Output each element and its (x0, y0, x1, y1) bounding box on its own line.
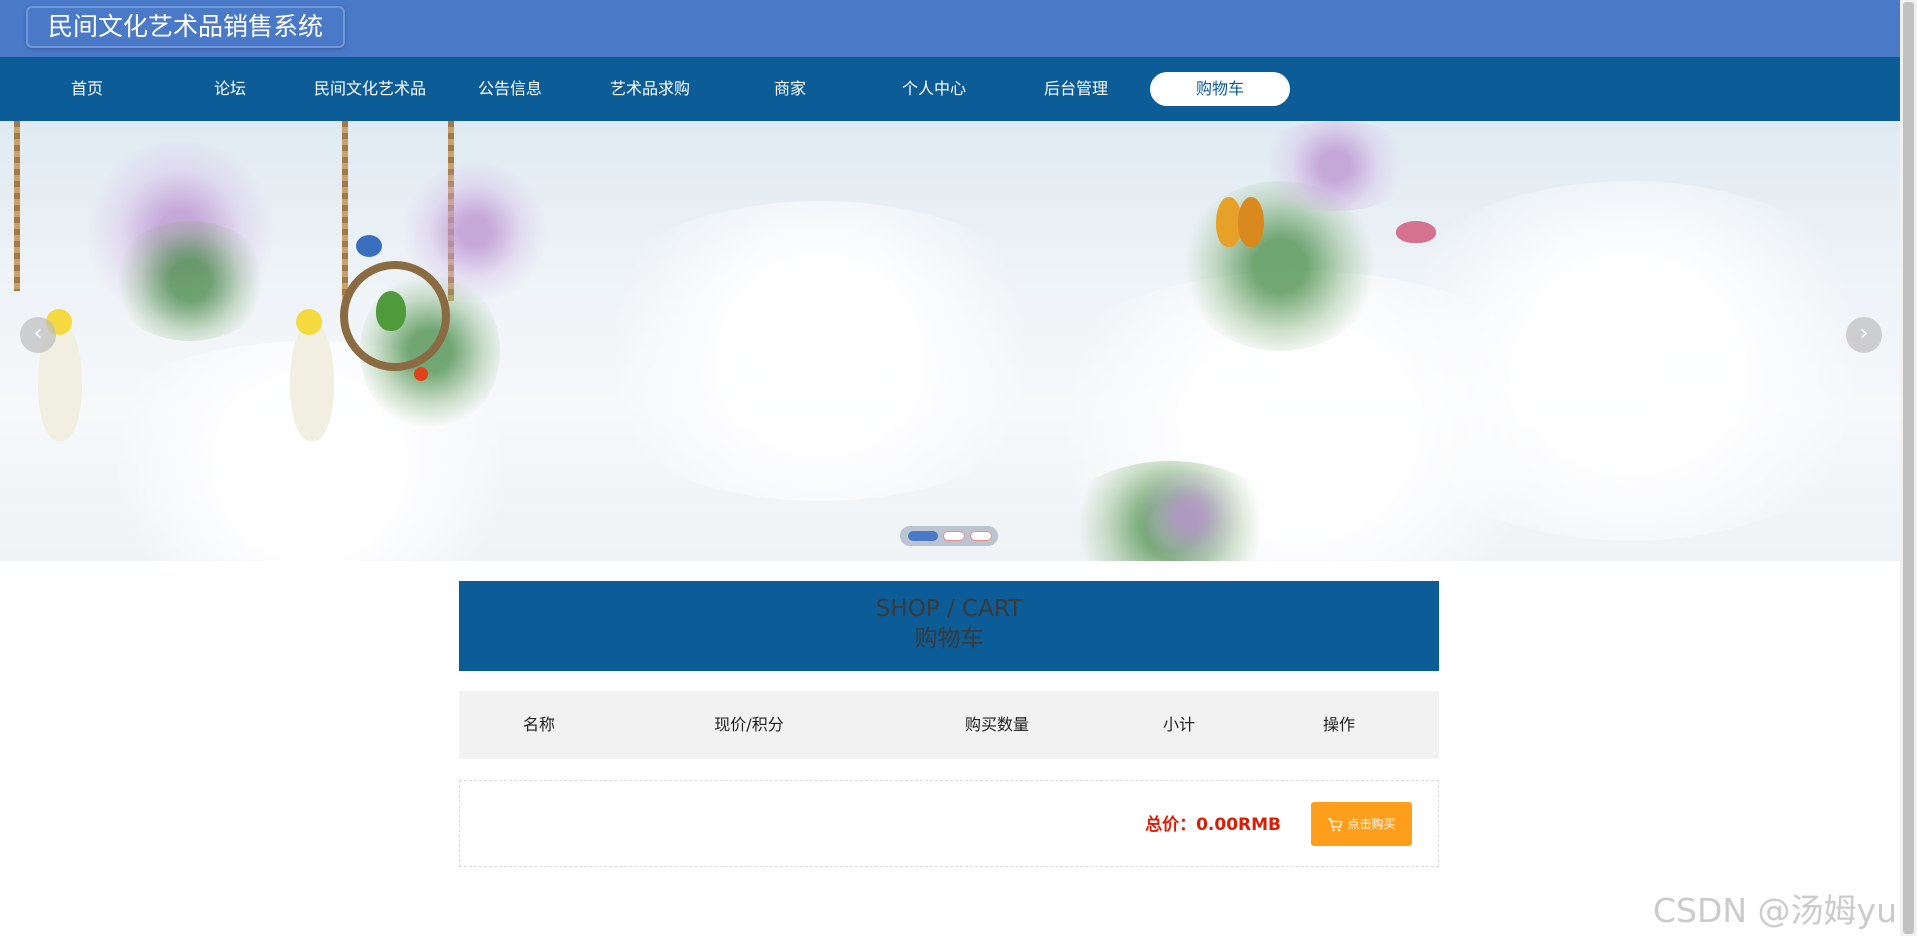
watermark: CSDN @汤姆yu (1652, 891, 1897, 930)
nav-item-notices[interactable]: 公告信息 (440, 72, 580, 106)
column-header-price: 现价/积分 (714, 715, 784, 734)
banner-carousel: ‹ › (0, 121, 1900, 561)
chevron-right-icon: › (1859, 321, 1869, 346)
vertical-scrollbar[interactable] (1900, 0, 1917, 936)
chevron-left-icon: ‹ (33, 321, 43, 346)
cart-total-panel: 总价：0.00RMB 点击购买 (459, 780, 1439, 867)
cart-title-cn: 购物车 (914, 626, 984, 652)
cart-icon (1328, 817, 1343, 831)
column-header-subtotal: 小计 (1162, 715, 1195, 734)
buy-button-label: 点击购买 (1347, 817, 1396, 831)
nav-item-admin[interactable]: 后台管理 (1006, 72, 1146, 106)
nav-item-art-wanted[interactable]: 艺术品求购 (580, 72, 720, 106)
total-price: 总价：0.00RMB (1145, 815, 1281, 835)
carousel-dot-1[interactable] (908, 531, 938, 541)
carousel-dot-3[interactable] (970, 531, 992, 541)
cart-title-en: SHOP / CART (875, 596, 1023, 622)
banner-image (0, 121, 1900, 561)
main-nav: 首页 论坛 民间文化艺术品 公告信息 艺术品求购 商家 个人中心 后台管理 购物… (0, 57, 1900, 121)
column-header-actions: 操作 (1322, 715, 1355, 734)
cart-heading: SHOP / CART 购物车 (459, 581, 1439, 671)
top-bar: 民间文化艺术品销售系统 (0, 0, 1900, 57)
nav-item-forum[interactable]: 论坛 (160, 72, 300, 106)
site-title[interactable]: 民间文化艺术品销售系统 (26, 6, 346, 48)
buy-button[interactable]: 点击购买 (1311, 802, 1412, 846)
carousel-dot-2[interactable] (943, 531, 965, 541)
page: 民间文化艺术品销售系统 首页 论坛 民间文化艺术品 公告信息 艺术品求购 商家 … (0, 0, 1917, 936)
column-header-name: 名称 (522, 715, 555, 734)
carousel-prev-button[interactable]: ‹ (20, 317, 56, 353)
nav-item-personal-center[interactable]: 个人中心 (864, 72, 1004, 106)
nav-item-folk-art[interactable]: 民间文化艺术品 (300, 72, 440, 106)
cart-table-header: 名称 现价/积分 购买数量 小计 操作 (459, 691, 1439, 759)
nav-item-home[interactable]: 首页 (17, 72, 157, 106)
nav-item-cart[interactable]: 购物车 (1150, 72, 1290, 106)
scrollbar-thumb[interactable] (1903, 2, 1914, 934)
carousel-next-button[interactable]: › (1846, 317, 1882, 353)
carousel-indicators (900, 526, 998, 546)
nav-item-merchants[interactable]: 商家 (720, 72, 860, 106)
column-header-quantity: 购买数量 (964, 715, 1029, 734)
